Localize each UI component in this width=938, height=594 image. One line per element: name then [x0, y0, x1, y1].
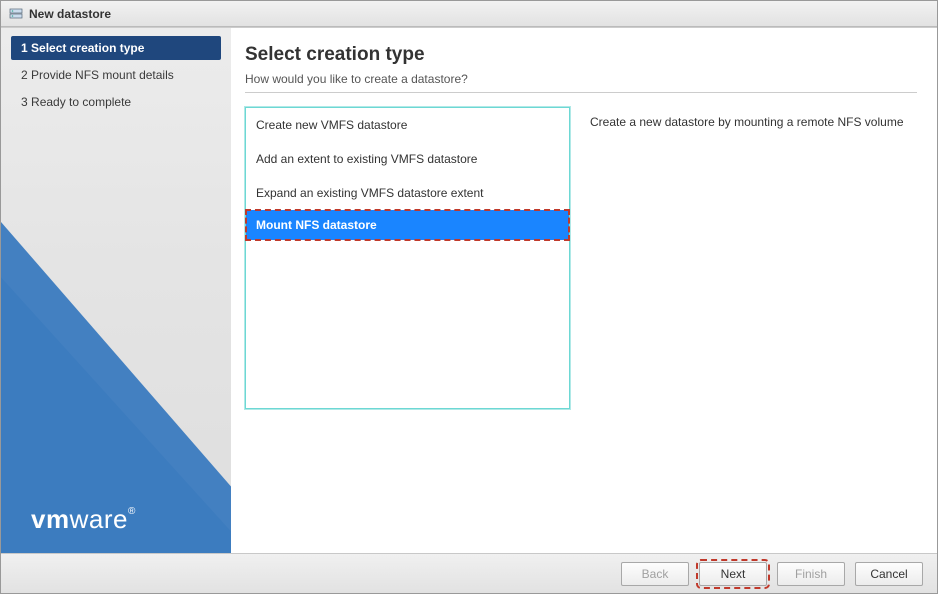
option-expand-vmfs-extent[interactable]: Expand an existing VMFS datastore extent — [246, 176, 569, 210]
main-panel: Select creation type How would you like … — [231, 28, 937, 553]
wizard-body: 1 Select creation type 2 Provide NFS mou… — [1, 27, 937, 553]
content-row: Create new VMFS datastore Add an extent … — [245, 107, 917, 409]
option-mount-nfs-datastore[interactable]: Mount NFS datastore — [246, 210, 569, 240]
vmware-logo: vmware® — [31, 504, 136, 535]
finish-button: Finish — [777, 562, 845, 586]
sidebar: 1 Select creation type 2 Provide NFS mou… — [1, 28, 231, 553]
step-ready-to-complete[interactable]: 3 Ready to complete — [11, 90, 221, 114]
titlebar: New datastore — [1, 1, 937, 27]
back-button: Back — [621, 562, 689, 586]
option-create-new-vmfs[interactable]: Create new VMFS datastore — [246, 108, 569, 142]
step-select-creation-type[interactable]: 1 Select creation type — [11, 36, 221, 60]
step-provide-nfs-mount-details[interactable]: 2 Provide NFS mount details — [11, 63, 221, 87]
page-title: Select creation type — [245, 44, 917, 66]
creation-type-listbox[interactable]: Create new VMFS datastore Add an extent … — [245, 107, 570, 409]
divider — [245, 92, 917, 93]
window-title: New datastore — [29, 7, 111, 21]
footer: Back Next Finish Cancel — [1, 553, 937, 593]
option-description: Create a new datastore by mounting a rem… — [590, 107, 917, 129]
option-add-extent-vmfs[interactable]: Add an extent to existing VMFS datastore — [246, 142, 569, 176]
next-button[interactable]: Next — [699, 562, 767, 586]
datastore-icon — [9, 7, 23, 21]
sidebar-decoration — [1, 153, 231, 553]
page-subtitle: How would you like to create a datastore… — [245, 72, 917, 86]
wizard-steps: 1 Select creation type 2 Provide NFS mou… — [1, 28, 231, 125]
cancel-button[interactable]: Cancel — [855, 562, 923, 586]
